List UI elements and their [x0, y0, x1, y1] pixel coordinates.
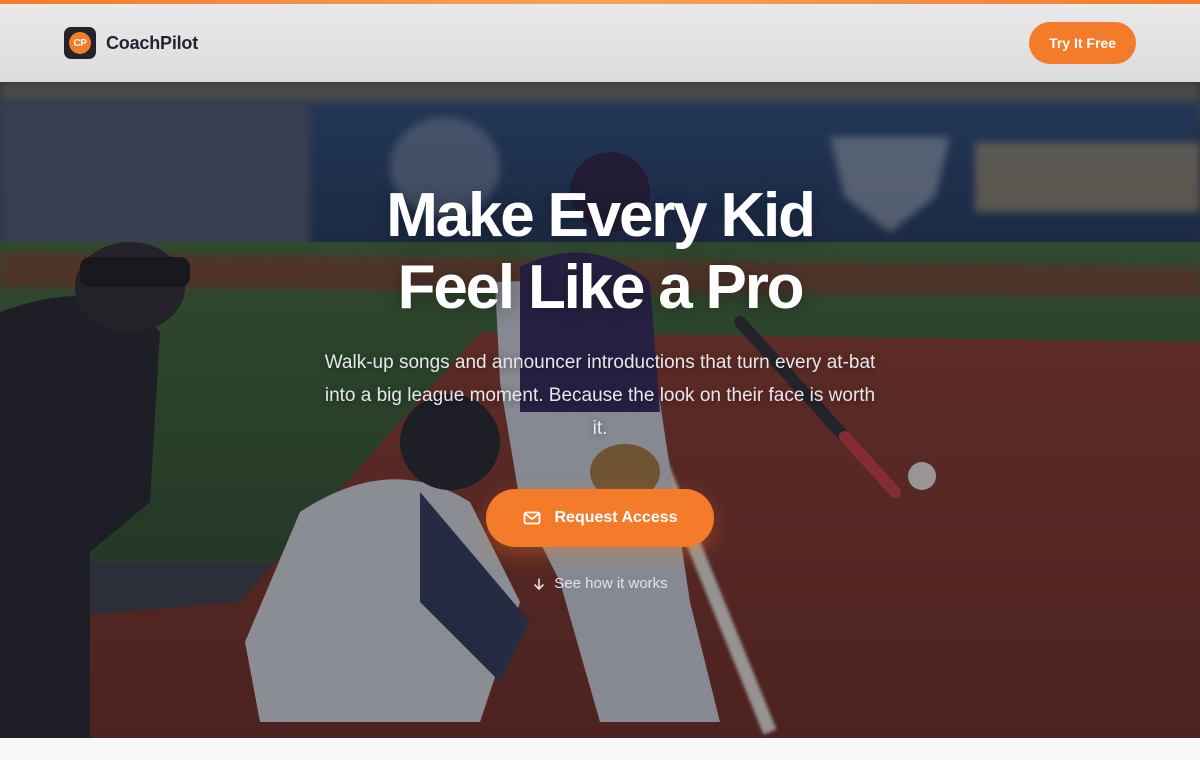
- hero-headline: Make Every Kid Feel Like a Pro: [386, 180, 816, 324]
- headline-line-2: Feel Like a Pro: [397, 253, 805, 322]
- mail-icon: [522, 508, 542, 528]
- top-accent-bar: [0, 0, 1200, 4]
- request-access-button[interactable]: Request Access: [486, 489, 714, 547]
- hero-content: Make Every Kid Feel Like a Pro Walk-up s…: [0, 82, 1200, 738]
- hero-subtext: Walk-up songs and announcer introduction…: [324, 352, 876, 439]
- arrow-down-icon: [532, 577, 546, 591]
- see-how-it-works-label: See how it works: [554, 575, 668, 592]
- headline-line-1: Make Every Kid: [386, 181, 816, 250]
- request-access-label: Request Access: [554, 509, 678, 526]
- see-how-it-works-link[interactable]: See how it works: [532, 575, 668, 592]
- next-section-edge: [0, 738, 1200, 760]
- logo[interactable]: CP: [64, 27, 96, 59]
- hero-section: Make Every Kid Feel Like a Pro Walk-up s…: [0, 82, 1200, 738]
- brand[interactable]: CP CoachPilot: [64, 27, 198, 59]
- navbar: CP CoachPilot Try It Free: [0, 4, 1200, 82]
- brand-name[interactable]: CoachPilot: [106, 33, 198, 54]
- logo-mark: CP: [69, 32, 91, 54]
- try-free-button[interactable]: Try It Free: [1029, 22, 1136, 64]
